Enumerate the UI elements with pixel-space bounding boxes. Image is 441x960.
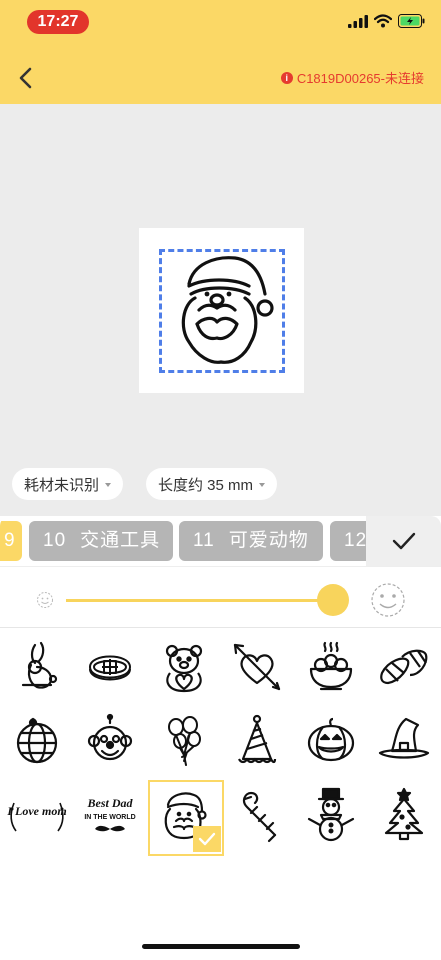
chevron-down-icon <box>259 483 266 487</box>
device-status[interactable]: i C1819D00265-未连接 <box>280 68 424 87</box>
love-mom-text: I Love mom <box>6 804 66 818</box>
size-slider-row <box>0 566 441 628</box>
pumpkin-icon[interactable] <box>294 704 368 778</box>
chevron-down-icon <box>105 483 112 487</box>
category-tab-11[interactable]: 11 可爱动物 <box>179 521 323 561</box>
material-label: 耗材未识别 <box>24 476 100 494</box>
category-num: 12 <box>344 530 368 551</box>
food-bowl-icon[interactable] <box>294 630 368 704</box>
category-tab-9[interactable]: 9 <box>0 521 22 561</box>
label-canvas[interactable]: 耗材未识别 长度约 35 mm <box>0 104 441 516</box>
status-time: 17:27 <box>27 10 89 34</box>
back-icon[interactable] <box>12 62 40 94</box>
balloons-icon[interactable] <box>147 704 221 778</box>
status-icons <box>348 14 425 28</box>
icon-grid: I Love mom Best Dad IN THE WORLD <box>0 630 441 856</box>
length-chip[interactable]: 长度约 35 mm <box>146 468 278 500</box>
candy-cane-icon[interactable] <box>221 778 295 852</box>
santa-icon[interactable] <box>147 778 224 856</box>
witch-hat-icon[interactable] <box>368 704 441 778</box>
snowman-icon[interactable] <box>294 778 368 852</box>
checkmark-icon <box>392 532 415 550</box>
santa-preview-icon <box>181 256 274 364</box>
category-num: 9 <box>4 530 16 551</box>
label-preview[interactable] <box>139 228 304 393</box>
party-hat-icon[interactable] <box>221 704 295 778</box>
mooncake-icon[interactable] <box>74 630 148 704</box>
category-label: 可爱动物 <box>228 530 309 551</box>
signal-icon <box>348 14 368 28</box>
globe-icon[interactable] <box>0 704 74 778</box>
material-chip[interactable]: 耗材未识别 <box>12 468 124 500</box>
confirm-button[interactable] <box>366 516 441 566</box>
teddy-bear-icon[interactable] <box>147 630 221 704</box>
device-label: C1819D00265-未连接 <box>296 71 424 86</box>
christmas-tree-icon[interactable] <box>368 778 441 852</box>
info-icon: i <box>280 71 293 84</box>
heart-arrow-icon[interactable] <box>221 630 295 704</box>
category-tab-10[interactable]: 10 交通工具 <box>29 521 173 561</box>
large-face-icon <box>371 583 405 617</box>
home-indicator[interactable] <box>142 944 300 949</box>
category-label: 交通工具 <box>80 530 161 551</box>
in-the-world-text: IN THE WORLD <box>85 814 136 821</box>
category-num: 10 <box>43 530 67 551</box>
candy-corn-icon[interactable] <box>368 630 441 704</box>
slider-thumb[interactable] <box>316 584 349 616</box>
best-dad-icon[interactable]: Best Dad IN THE WORLD <box>74 778 148 852</box>
small-face-icon <box>37 592 53 608</box>
category-bar: 9 10 交通工具 11 可爱动物 12 <box>0 516 441 566</box>
slider-track[interactable] <box>66 599 341 602</box>
wifi-icon <box>374 14 392 28</box>
i-love-mom-icon[interactable]: I Love mom <box>0 778 74 852</box>
rabbit-icon[interactable] <box>0 630 74 704</box>
best-dad-text: Best Dad <box>87 796 134 810</box>
selected-check-icon <box>193 826 221 852</box>
category-num: 11 <box>193 530 215 551</box>
length-label: 长度约 35 mm <box>158 476 254 494</box>
clown-face-icon[interactable] <box>74 704 148 778</box>
app-header: 17:27 i C1819D00265-未连接 <box>0 0 441 104</box>
battery-icon <box>398 14 425 28</box>
